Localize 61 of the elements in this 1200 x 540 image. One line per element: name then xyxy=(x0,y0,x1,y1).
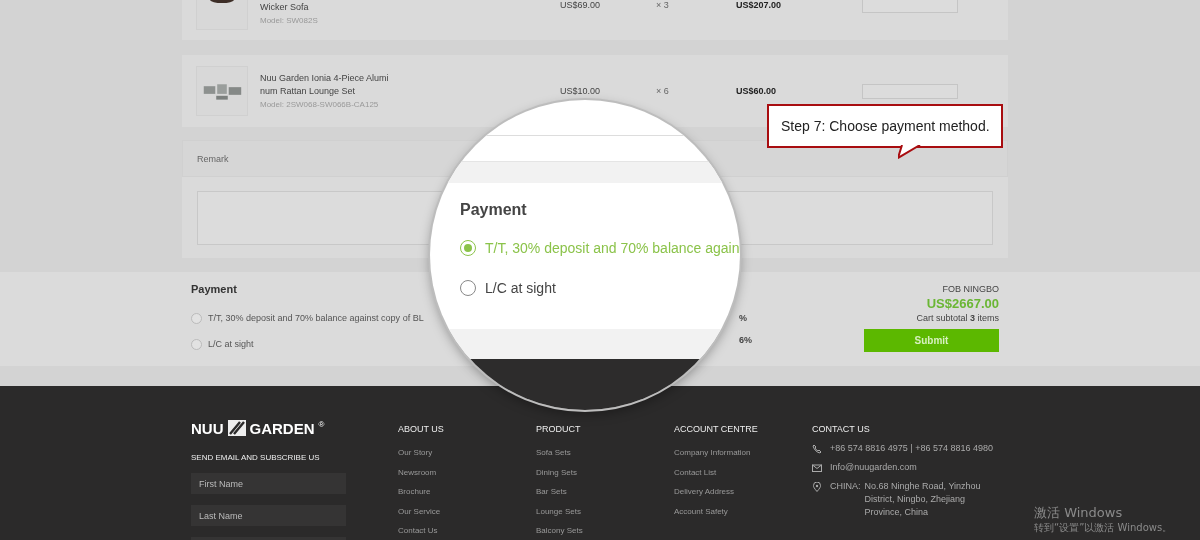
unit-price: US$10.00 xyxy=(560,86,602,96)
line-total: US$207.00 xyxy=(736,0,783,10)
payment-option-label[interactable]: L/C at sight xyxy=(208,339,254,349)
logo-text: GARDEN xyxy=(249,419,315,437)
footer-link[interactable]: Our Service xyxy=(398,506,536,518)
footer-link[interactable]: Sofa Sets xyxy=(536,448,674,460)
product-thumbnail xyxy=(196,66,248,116)
email-link[interactable]: Info@nuugarden.com xyxy=(830,461,917,474)
envelope-icon xyxy=(812,463,822,473)
footer-heading: CONTACT US xyxy=(812,424,871,436)
logo-icon xyxy=(227,420,246,436)
footer-link[interactable]: Brochure xyxy=(398,487,536,499)
footer-link[interactable]: Contact List xyxy=(674,467,812,479)
quantity: × 3 xyxy=(656,0,670,10)
payment-title: Payment xyxy=(191,283,237,295)
logo-text: NUU xyxy=(191,419,224,437)
radio-button[interactable] xyxy=(460,240,476,256)
footer-link[interactable]: Balcony Sets xyxy=(536,526,674,538)
payment-option-label[interactable]: T/T, 30% deposit and 70% balance against copy of BL xyxy=(208,313,424,323)
remark-label: Remark xyxy=(197,153,229,164)
payment-option-label[interactable]: L/C at sight xyxy=(485,280,556,296)
line-total: US$60.00 xyxy=(736,86,778,96)
footer-link[interactable]: Newsroom xyxy=(398,467,536,479)
callout-text: Step 7: Choose payment method. xyxy=(781,118,990,134)
address-text: No.68 Ninghe Road, Yinzhou District, Ningbo, Zhejiang Province, China xyxy=(864,480,982,519)
activation-message: 转到“设置”以激活 Windows。 xyxy=(1034,521,1173,535)
activation-title: 激活 Windows xyxy=(1034,505,1124,521)
radio-button[interactable] xyxy=(191,312,202,324)
percentage-text: 6% xyxy=(739,335,753,345)
registered-mark: ® xyxy=(318,420,325,429)
footer-link[interactable]: Contact Us xyxy=(398,526,536,538)
location-pin-icon xyxy=(812,482,822,492)
incoterm-label: FOB NINGBO xyxy=(942,284,999,294)
cart-subtotal: Cart subtotal 3 items xyxy=(916,313,999,323)
footer-heading: PRODUCT xyxy=(536,424,582,436)
product-name[interactable]: Nuu Garden Ionia 4-Piece Aluminum Rattan Lounge Set xyxy=(260,71,392,98)
subscribe-field[interactable]: Last Name xyxy=(191,505,346,526)
phone-icon xyxy=(812,444,822,454)
footer-heading: ABOUT US xyxy=(398,424,445,436)
address-label: CHINA: xyxy=(830,480,861,493)
payment-title: Payment xyxy=(460,201,527,219)
footer-link[interactable]: Account Safety xyxy=(674,506,812,518)
phone-numbers: +86 574 8816 4975 | +86 574 8816 4980 xyxy=(830,442,993,455)
quantity: × 6 xyxy=(656,86,670,96)
footer-link[interactable]: Bar Sets xyxy=(536,487,674,499)
footer-link[interactable]: Our Story xyxy=(398,448,536,460)
subscribe-title: SEND EMAIL AND SUBSCRIBE US xyxy=(191,453,321,462)
footer-link[interactable]: Company Information xyxy=(674,448,812,460)
unit-price: US$69.00 xyxy=(560,0,602,10)
radio-button[interactable] xyxy=(191,338,202,350)
footer-link[interactable]: Lounge Sets xyxy=(536,506,674,518)
order-total: US$2667.00 xyxy=(926,296,999,311)
product-model: Model: SW082S xyxy=(260,15,319,27)
subscribe-field[interactable]: First Name xyxy=(191,473,346,494)
product-model: Model: 2SW068-SW066B-CA125 xyxy=(260,98,380,111)
footer-link[interactable]: Delivery Address xyxy=(674,487,812,499)
product-name[interactable]: Wicker Sofa xyxy=(260,1,392,14)
radio-button[interactable] xyxy=(460,280,476,296)
footer-link[interactable]: Dining Sets xyxy=(536,467,674,479)
footer-heading: ACCOUNT CENTRE xyxy=(674,424,759,436)
percentage-text: % xyxy=(739,313,748,323)
